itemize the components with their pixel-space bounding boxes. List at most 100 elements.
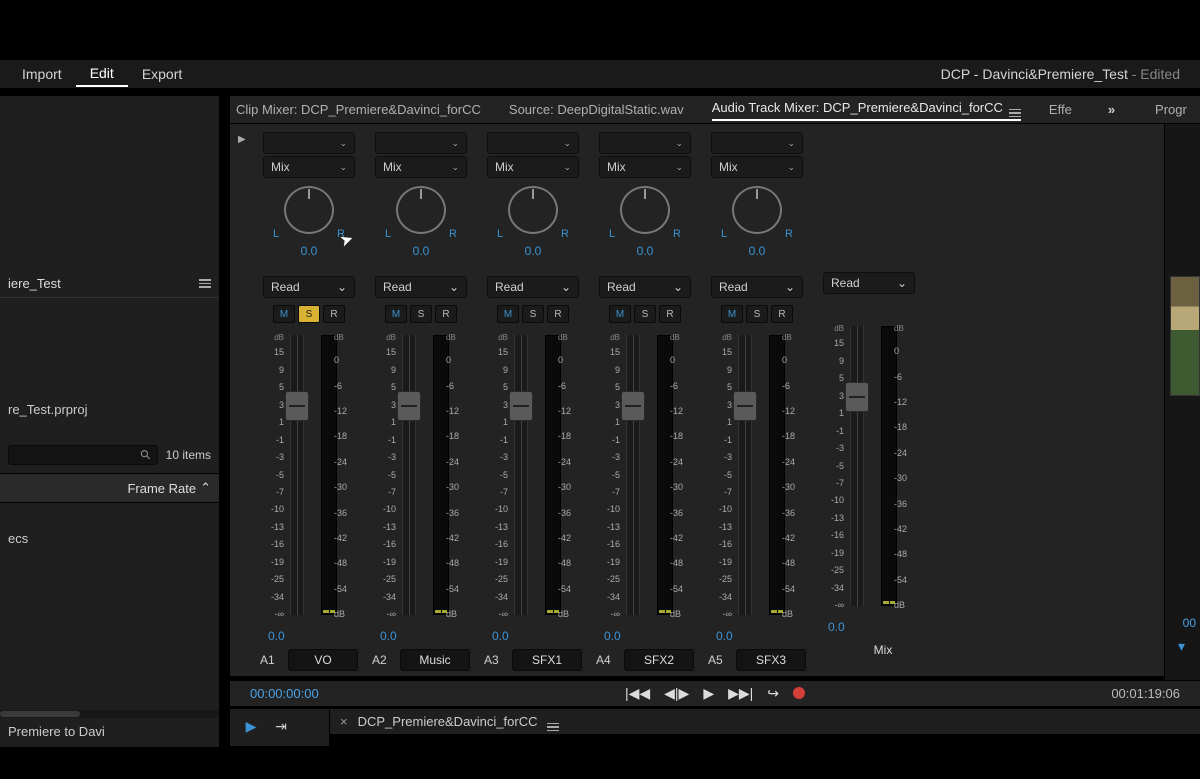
project-title: DCP - Davinci&Premiere_Test - Edited <box>941 66 1192 82</box>
column-header-frame-rate[interactable]: Frame Rate ⌃ <box>0 473 219 503</box>
automation-mode-dropdown[interactable]: Read⌄ <box>711 276 803 298</box>
horizontal-scrollbar[interactable] <box>0 710 219 718</box>
send-assignment-dropdown[interactable]: ⌄ <box>599 132 691 154</box>
output-assignment-dropdown[interactable]: Mix⌄ <box>487 156 579 178</box>
loop-button[interactable]: ↪ <box>767 685 779 702</box>
program-monitor-panel: 00 <box>1164 124 1200 680</box>
record-enable-button[interactable]: R <box>323 305 345 323</box>
track-id: A1 <box>260 653 280 667</box>
track-id: A5 <box>708 653 728 667</box>
timeline-panel-tab[interactable]: × DCP_Premiere&Davinci_forCC <box>330 708 1200 734</box>
record-enable-button[interactable]: R <box>659 305 681 323</box>
fader-handle[interactable] <box>621 391 645 421</box>
play-button[interactable]: ▶ <box>703 685 714 702</box>
pan-knob[interactable] <box>732 186 782 234</box>
pan-knob[interactable] <box>396 186 446 234</box>
fader-track[interactable] <box>626 335 640 615</box>
go-to-in-button[interactable]: |◀◀ <box>625 685 650 702</box>
automation-mode-dropdown[interactable]: Read⌄ <box>375 276 467 298</box>
record-enable-button[interactable]: R <box>547 305 569 323</box>
output-assignment-dropdown[interactable]: Mix⌄ <box>711 156 803 178</box>
project-file-name: re_Test.prproj <box>0 398 219 421</box>
fader-handle[interactable] <box>845 382 869 412</box>
output-assignment-dropdown[interactable]: Mix⌄ <box>263 156 355 178</box>
panel-menu-icon[interactable] <box>547 712 559 731</box>
menu-edit[interactable]: Edit <box>76 61 128 87</box>
mute-button[interactable]: M <box>721 305 743 323</box>
fader-handle[interactable] <box>285 391 309 421</box>
project-search-input[interactable] <box>8 445 158 465</box>
send-assignment-dropdown[interactable]: ⌄ <box>487 132 579 154</box>
record-enable-button[interactable]: R <box>435 305 457 323</box>
automation-mode-dropdown[interactable]: Read⌄ <box>487 276 579 298</box>
solo-button[interactable]: S <box>410 305 432 323</box>
send-assignment-dropdown[interactable]: ⌄ <box>711 132 803 154</box>
automation-mode-dropdown[interactable]: Read⌄ <box>263 276 355 298</box>
playhead-icon[interactable] <box>1178 638 1192 652</box>
output-assignment-dropdown[interactable]: Mix⌄ <box>599 156 691 178</box>
solo-button[interactable]: S <box>634 305 656 323</box>
mute-button[interactable]: M <box>609 305 631 323</box>
tab-clip-mixer[interactable]: Clip Mixer: DCP_Premiere&Davinci_forCC <box>236 102 481 117</box>
output-assignment-dropdown[interactable]: Mix⌄ <box>375 156 467 178</box>
fader-value: 0.0 <box>380 629 397 643</box>
tab-audio-track-mixer[interactable]: Audio Track Mixer: DCP_Premiere&Davinci_… <box>712 98 1021 121</box>
pan-knob[interactable] <box>284 186 334 234</box>
tab-program[interactable]: Progr <box>1155 102 1187 117</box>
fader-track[interactable] <box>514 335 528 615</box>
fader-handle[interactable] <box>733 391 757 421</box>
tab-source[interactable]: Source: DeepDigitalStatic.wav <box>509 102 684 117</box>
track-id: A2 <box>372 653 392 667</box>
send-assignment-dropdown[interactable]: ⌄ <box>263 132 355 154</box>
solo-button[interactable]: S <box>746 305 768 323</box>
tab-effects[interactable]: Effe <box>1049 102 1072 117</box>
menu-import[interactable]: Import <box>8 62 76 86</box>
pan-knob[interactable] <box>508 186 558 234</box>
tab-overflow-icon[interactable]: » <box>1108 102 1115 117</box>
fader-track[interactable] <box>290 335 304 615</box>
ripple-tool[interactable]: ⇥ <box>270 715 292 737</box>
go-to-out-button[interactable]: ▶▶| <box>728 685 753 702</box>
mute-button[interactable]: M <box>273 305 295 323</box>
pan-knob[interactable] <box>620 186 670 234</box>
track-name[interactable]: Mix <box>848 640 918 660</box>
menu-export[interactable]: Export <box>128 62 196 86</box>
track-name[interactable]: SFX2 <box>624 649 694 671</box>
track-name[interactable]: SFX3 <box>736 649 806 671</box>
solo-button[interactable]: S <box>298 305 320 323</box>
fader-scale-left: dB159531-1-3-5-7-10-13-16-19-25-34-∞ <box>596 329 620 623</box>
program-timecode: 00 <box>1183 616 1196 630</box>
fader-track[interactable] <box>850 326 864 606</box>
solo-button[interactable]: S <box>522 305 544 323</box>
track-name[interactable]: SFX1 <box>512 649 582 671</box>
close-icon[interactable]: × <box>340 714 348 729</box>
automation-mode-dropdown[interactable]: Read⌄ <box>823 272 915 294</box>
expand-effects-toggle[interactable]: ▶ <box>238 134 246 145</box>
step-back-button[interactable]: ◀|▶ <box>664 685 689 702</box>
selection-tool[interactable]: ▶ <box>240 715 262 737</box>
panel-menu-icon[interactable] <box>199 279 211 288</box>
track-name[interactable]: VO <box>288 649 358 671</box>
project-panel-title[interactable]: iere_Test <box>0 270 219 298</box>
track-name[interactable]: Music <box>400 649 470 671</box>
fader-track[interactable] <box>402 335 416 615</box>
pan-value: 0.0 <box>413 244 430 258</box>
mute-button[interactable]: M <box>497 305 519 323</box>
meter-scale-right: dB0-6-12-18-24-30-36-42-48-54dB <box>782 329 806 623</box>
bin-item[interactable]: ecs <box>0 527 219 550</box>
mute-button[interactable]: M <box>385 305 407 323</box>
send-assignment-dropdown[interactable]: ⌄ <box>375 132 467 154</box>
fader-handle[interactable] <box>509 391 533 421</box>
mixer-channel: ⌄ Mix⌄ LR 0.0 Read⌄ M S R dB159531-1-3-5… <box>590 132 700 671</box>
panel-menu-icon[interactable] <box>1009 98 1021 117</box>
fader-track[interactable] <box>738 335 752 615</box>
fader-value: 0.0 <box>716 629 733 643</box>
fader-handle[interactable] <box>397 391 421 421</box>
media-item[interactable]: Premiere to Davi <box>0 720 219 743</box>
timecode-current[interactable]: 00:00:00:00 <box>250 686 319 701</box>
meter-scale-right: dB0-6-12-18-24-30-36-42-48-54dB <box>670 329 694 623</box>
record-enable-button[interactable]: R <box>771 305 793 323</box>
record-button[interactable] <box>793 686 805 702</box>
automation-mode-dropdown[interactable]: Read⌄ <box>599 276 691 298</box>
pan-value: 0.0 <box>301 244 318 258</box>
